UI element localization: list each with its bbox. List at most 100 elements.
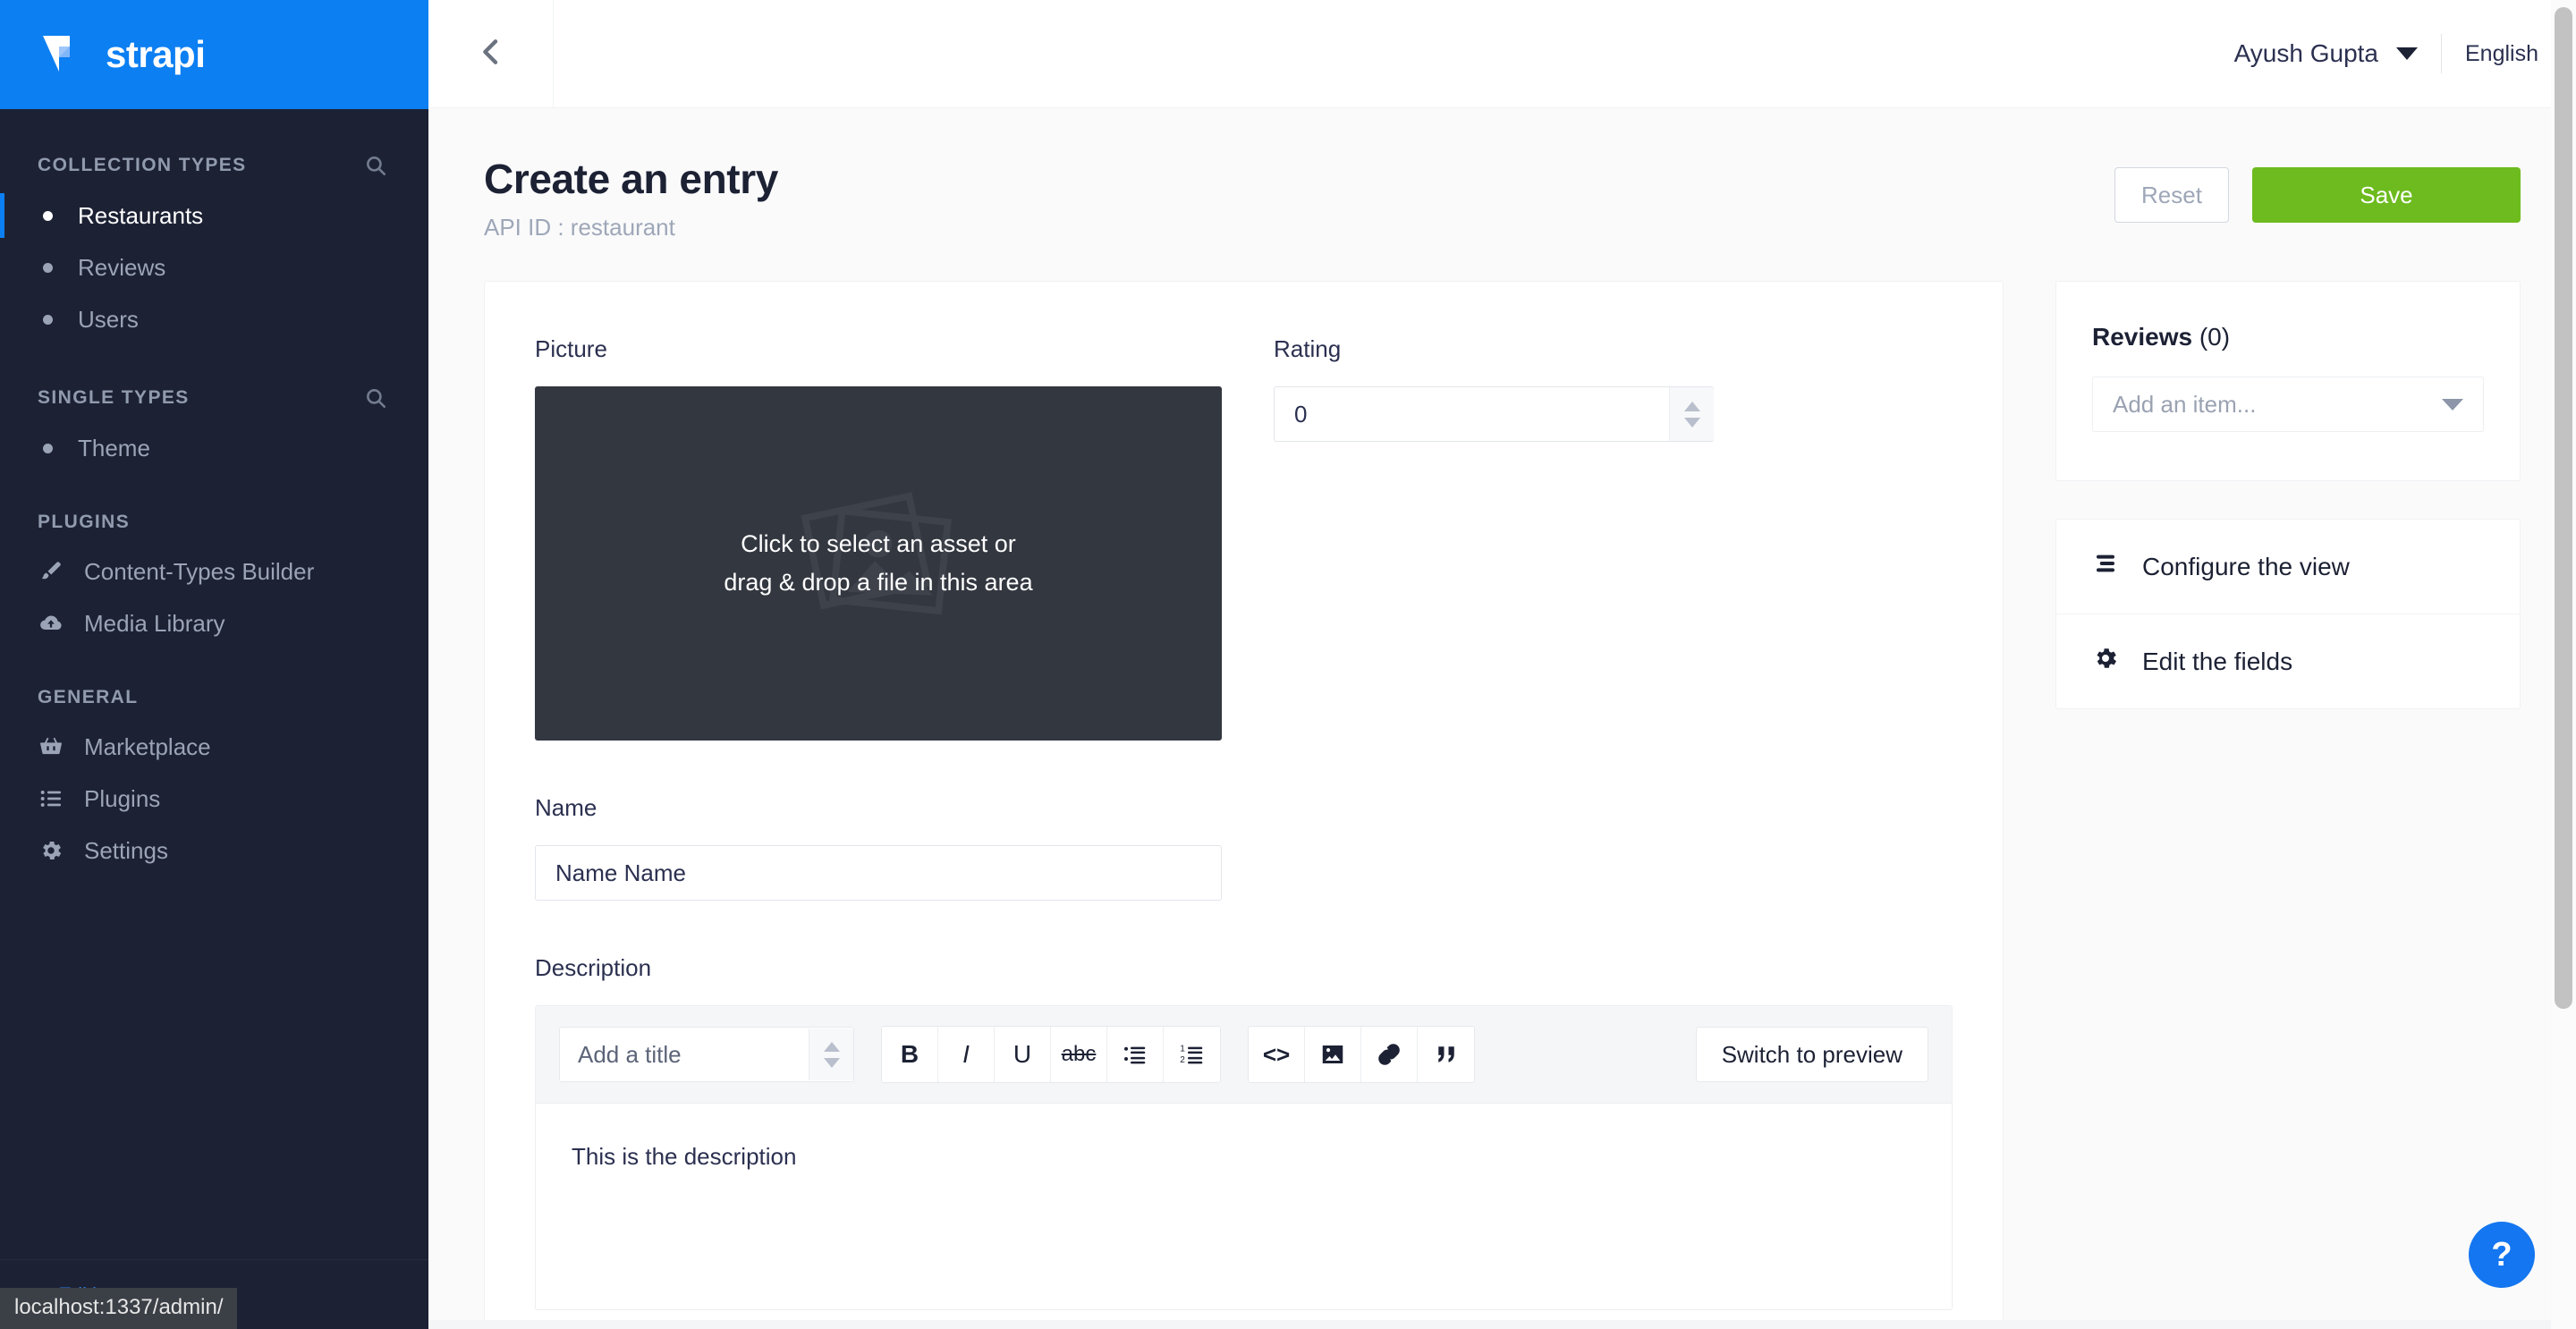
dropzone-line-1: Click to select an asset or — [741, 529, 1016, 557]
help-button[interactable]: ? — [2469, 1222, 2535, 1288]
sidebar-item-marketplace[interactable]: Marketplace — [0, 721, 428, 773]
sidebar-section-title: GENERAL — [38, 687, 139, 707]
relations-title: Reviews (0) — [2092, 323, 2484, 351]
form-columns: Picture Click to select an asset or drag… — [484, 281, 2521, 1329]
sidebar-item-media-library[interactable]: Media Library — [0, 597, 428, 649]
form-row-picture-rating: Picture Click to select an asset or drag… — [535, 335, 1953, 741]
underline-icon[interactable]: U — [995, 1027, 1051, 1082]
page-actions: Reset Save — [2114, 155, 2521, 223]
dropzone-line-2: drag & drop a file in this area — [724, 569, 1033, 596]
bullet-dot-icon — [43, 210, 53, 221]
description-textarea[interactable]: This is the description — [536, 1104, 1952, 1309]
bullet-dot-icon — [43, 262, 53, 273]
field-rating: Rating 0 — [1274, 335, 1714, 741]
rating-input[interactable]: 0 — [1274, 386, 1714, 442]
field-picture: Picture Click to select an asset or drag… — [535, 335, 1222, 741]
field-description: Description Add a title B I U abc 1 2 <>… — [535, 954, 1953, 1310]
sidebar: strapi COLLECTION TYPES Restaurants Revi… — [0, 0, 428, 1329]
add-relation-select[interactable]: Add an item... — [2092, 377, 2484, 432]
edit-the-fields-label: Edit the fields — [2142, 647, 2293, 675]
sidebar-section-title: SINGLE TYPES — [38, 387, 190, 408]
form-card: Picture Click to select an asset or drag… — [484, 281, 2004, 1329]
stepper-up-icon[interactable] — [823, 1041, 840, 1052]
italic-icon[interactable]: I — [938, 1027, 995, 1082]
quantity-stepper[interactable] — [1669, 387, 1714, 441]
rating-input-wrap: 0 — [1274, 386, 1714, 442]
sidebar-item-label: Theme — [78, 434, 150, 461]
sidebar-section-title: COLLECTION TYPES — [38, 155, 247, 175]
relations-count: (0) — [2199, 323, 2231, 351]
sidebar-item-label: Content-Types Builder — [84, 557, 315, 585]
quote-icon[interactable] — [1418, 1027, 1474, 1082]
user-name: Ayush Gupta — [2233, 39, 2378, 67]
user-menu[interactable]: Ayush Gupta — [2234, 39, 2441, 68]
sidebar-item-label: Marketplace — [84, 732, 211, 760]
title-select-stepper[interactable] — [809, 1028, 853, 1080]
sidebar-item-label: Media Library — [84, 609, 225, 637]
page-title: Create an entry — [484, 156, 778, 202]
sidebar-item-settings[interactable]: Settings — [0, 825, 428, 876]
image-icon[interactable] — [1305, 1027, 1361, 1082]
vertical-scrollbar[interactable] — [2551, 0, 2576, 1329]
save-button[interactable]: Save — [2252, 167, 2521, 223]
editor-format-group: B I U abc 12 — [881, 1026, 1221, 1083]
sidebar-item-content-types-builder[interactable]: Content-Types Builder — [0, 546, 428, 597]
page-subtitle: API ID : restaurant — [484, 214, 675, 241]
configure-the-view-link[interactable]: Configure the view — [2056, 520, 2520, 614]
title-select-value: Add a title — [578, 1040, 682, 1068]
title-select[interactable]: Add a title — [559, 1027, 854, 1082]
bullet-list-icon[interactable] — [1107, 1027, 1164, 1082]
rich-text-editor: Add a title B I U abc 1 2 <> Switch to p… — [535, 1005, 1953, 1310]
page-content: Create an entry API ID : restaurant Rese… — [428, 108, 2576, 1329]
link-icon[interactable] — [1361, 1027, 1418, 1082]
bullet-dot-icon — [43, 314, 53, 325]
sidebar-item-label: Settings — [84, 836, 168, 864]
editor-toolbar: Add a title B I U abc 1 2 <> Switch to p… — [536, 1006, 1952, 1104]
search-icon[interactable] — [364, 154, 387, 177]
reset-button[interactable]: Reset — [2114, 167, 2229, 223]
configure-the-view-label: Configure the view — [2142, 552, 2350, 580]
vertical-scrollbar-thumb[interactable] — [2555, 7, 2572, 1009]
sidebar-item-theme[interactable]: Theme — [0, 422, 428, 474]
status-bar-url: localhost:1337/admin/ — [0, 1288, 238, 1329]
gear-icon — [2092, 645, 2119, 678]
add-relation-placeholder: Add an item... — [2113, 390, 2257, 418]
sidebar-item-restaurants[interactable]: Restaurants — [0, 190, 428, 241]
sliders-icon — [2092, 550, 2119, 583]
cloud-upload-icon — [38, 610, 64, 637]
sidebar-item-label: Restaurants — [78, 201, 204, 229]
back-button[interactable] — [428, 0, 554, 108]
description-label: Description — [535, 954, 652, 981]
field-name: Name Name Name — [535, 794, 1222, 901]
bold-icon[interactable]: B — [882, 1027, 938, 1082]
shopping-basket-icon — [38, 733, 64, 760]
sidebar-section-general: GENERAL — [0, 649, 428, 721]
edit-the-fields-link[interactable]: Edit the fields — [2056, 614, 2520, 708]
topbar: Ayush Gupta English — [428, 0, 2576, 108]
sidebar-item-plugins[interactable]: Plugins — [0, 773, 428, 825]
picture-dropzone[interactable]: Click to select an asset or drag & drop … — [535, 386, 1222, 741]
chevron-down-icon — [2442, 398, 2463, 411]
sidebar-item-reviews[interactable]: Reviews — [0, 241, 428, 293]
stepper-down-icon[interactable] — [1683, 417, 1700, 427]
rating-label: Rating — [1274, 335, 1342, 362]
strikethrough-icon[interactable]: abc — [1051, 1027, 1107, 1082]
sidebar-section-collection-types: COLLECTION TYPES — [0, 134, 428, 190]
stepper-down-icon[interactable] — [823, 1057, 840, 1068]
picture-label: Picture — [535, 335, 607, 362]
dropzone-text: Click to select an asset or drag & drop … — [724, 525, 1032, 602]
sidebar-nav: COLLECTION TYPES Restaurants Reviews Use… — [0, 109, 428, 1259]
numbered-list-icon[interactable]: 12 — [1164, 1027, 1220, 1082]
sidebar-item-users[interactable]: Users — [0, 293, 428, 345]
sidebar-item-label: Plugins — [84, 784, 161, 812]
switch-to-preview-button[interactable]: Switch to preview — [1695, 1027, 1928, 1082]
sidebar-item-label: Users — [78, 305, 139, 333]
horizontal-scrollbar[interactable] — [428, 1320, 2551, 1329]
code-icon[interactable]: <> — [1249, 1027, 1305, 1082]
page-title-block: Create an entry API ID : restaurant — [484, 155, 778, 241]
page-header: Create an entry API ID : restaurant Rese… — [484, 108, 2521, 281]
brand-header[interactable]: strapi — [0, 0, 428, 109]
search-icon[interactable] — [364, 386, 387, 410]
name-input[interactable]: Name Name — [535, 845, 1222, 901]
stepper-up-icon[interactable] — [1683, 401, 1700, 411]
